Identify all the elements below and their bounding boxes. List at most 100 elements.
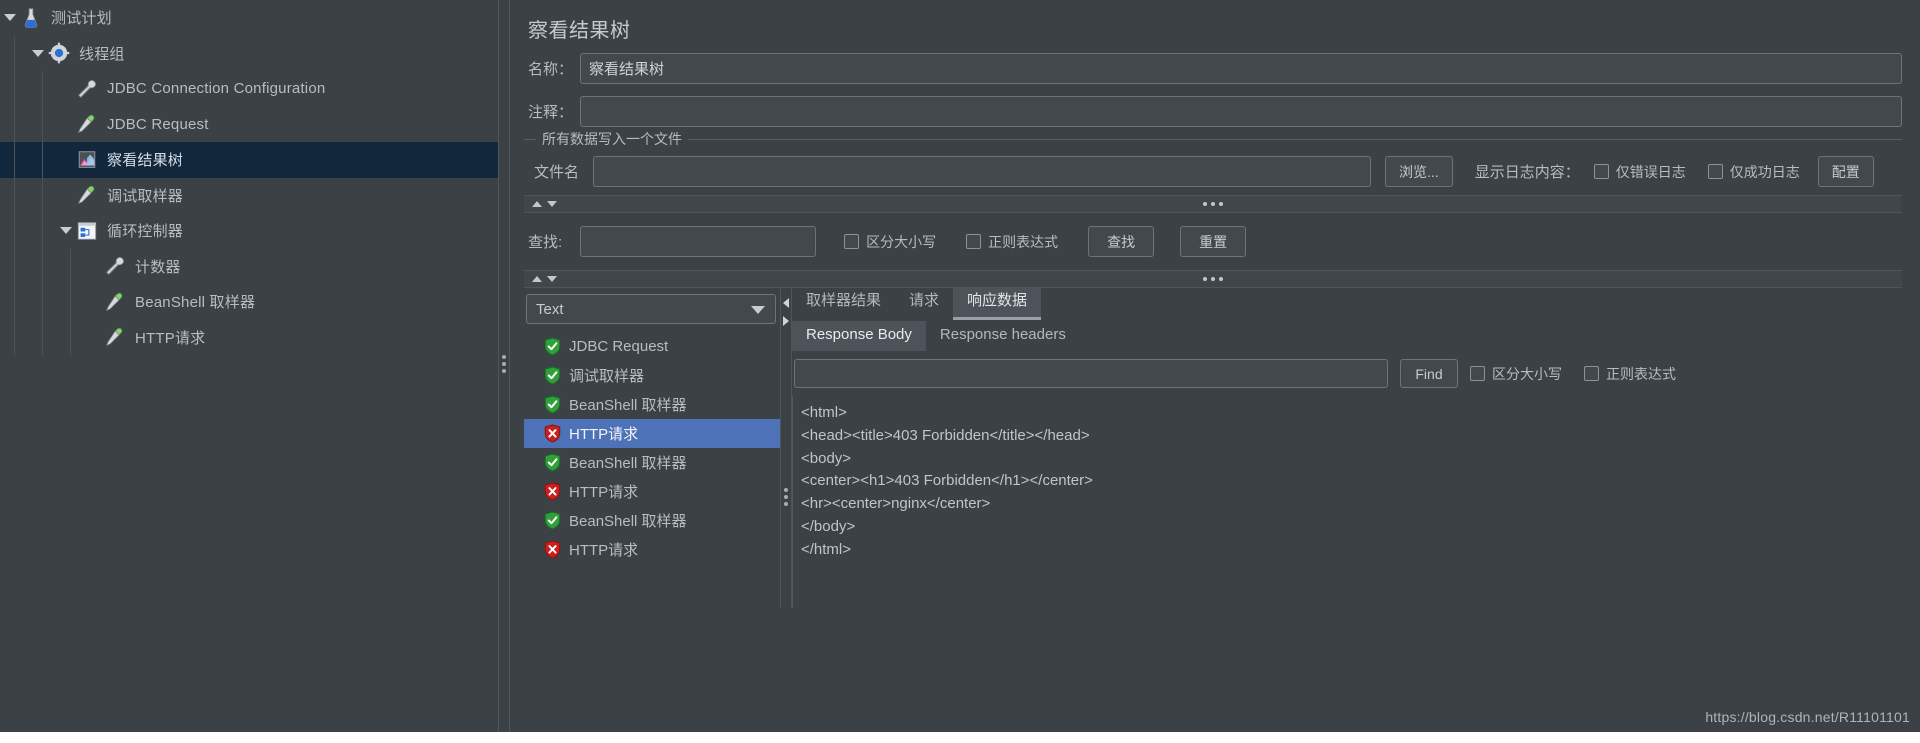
twisty-placeholder [56,71,76,107]
configure-button[interactable]: 配置 [1817,156,1874,187]
response-subtab-0[interactable]: Response Body [792,321,926,351]
tree-item-3[interactable]: JDBC Request [0,106,498,142]
tools-icon [76,78,102,100]
result-row[interactable]: JDBC Request [524,332,780,361]
collapse-arrows[interactable] [532,201,557,207]
response-line: <body> [801,449,852,467]
sampler-detail-panel: 取样器结果 请求 响应数据 Response Body Response header… [792,288,1902,608]
chevron-down-icon[interactable] [751,306,765,314]
response-subtabs[interactable]: Response Body Response headers [792,321,1902,351]
result-row[interactable]: HTTP请求 [524,477,780,506]
tree-item-6[interactable]: 循环控制器 [0,213,498,249]
tools-icon [104,255,130,277]
vertical-splitter[interactable] [498,0,510,743]
drag-dots-icon[interactable] [1203,202,1223,206]
checkbox-box[interactable] [966,234,982,249]
tree-item-9[interactable]: HTTP请求 [0,319,498,355]
arrow-down-icon[interactable] [547,201,557,207]
collapse-arrows[interactable] [532,276,557,282]
detail-tab-2[interactable]: 响应数据 [953,288,1042,320]
response-find-button[interactable]: Find [1400,359,1458,388]
tree-item-7[interactable]: 计数器 [0,248,498,284]
search-reset-button[interactable]: 重置 [1180,226,1247,257]
checkbox-box[interactable] [1470,366,1485,381]
tree-item-5[interactable]: 调试取样器 [0,177,498,214]
arrow-down-icon[interactable] [547,276,557,282]
tree-item-2[interactable]: JDBC Connection Configuration [0,71,498,107]
collapse-bar-bottom[interactable] [524,270,1902,288]
arrow-up-icon[interactable] [532,201,542,207]
tree-item-4[interactable]: 察看结果树 [0,142,498,178]
detail-tab-1[interactable]: 请求 [895,288,953,320]
comment-row: 注释： [524,96,1902,127]
checkbox-box[interactable] [1584,366,1599,381]
expand-right-icon[interactable] [783,316,789,326]
result-row[interactable]: BeanShell 取样器 [524,506,780,535]
response-regex-checkbox[interactable]: 正则表达式 [1584,364,1676,384]
result-row[interactable]: HTTP请求 [524,535,780,564]
twisty-placeholder [56,178,76,214]
log-display-label: 显示日志内容： [1474,164,1580,181]
response-line: </body> [801,517,856,535]
checkbox-box[interactable] [1707,164,1723,179]
test-plan-tree[interactable]: 测试计划线程组 JDBC Connection Configuration JDBC… [0,0,498,743]
result-list[interactable]: JDBC Request 调试取样器 BeanShell 取样器 HTTP请求 Bean… [524,330,780,608]
drag-dots-icon[interactable] [1203,277,1223,281]
sampler-results-tree[interactable]: Text JDBC Request 调试取样器 BeanShell 取样器 HTTP请… [524,288,780,608]
result-row-label: HTTP请求 [569,484,639,501]
right-scroll-gutter[interactable] [1912,0,1920,732]
errors-only-label: 仅错误日志 [1615,163,1686,180]
name-input[interactable] [580,53,1902,84]
result-row[interactable]: HTTP请求 [524,419,780,448]
response-subtab-1[interactable]: Response headers [926,321,1080,351]
search-label: 查找: [528,234,563,251]
filename-label: 文件名 [534,164,580,181]
success-shield-icon [544,395,561,414]
browse-button[interactable]: 浏览... [1385,156,1453,187]
search-find-button[interactable]: 查找 [1088,226,1155,257]
watermark: https://blog.csdn.net/R11101101 [1705,709,1910,725]
search-regex-checkbox[interactable]: 正则表达式 [966,232,1058,252]
view-results-tree-panel: 察看结果树 名称： 注释： 所有数据写入一个文件 文件名 浏览... 显示日志内… [510,0,1920,743]
comment-input[interactable] [580,96,1902,127]
name-label: 名称： [528,61,574,78]
renderer-select[interactable]: Text [526,294,776,324]
result-row[interactable]: BeanShell 取样器 [524,448,780,477]
errors-only-checkbox[interactable]: 仅错误日志 [1593,162,1686,182]
tree-item-label: 测试计划 [51,10,112,28]
result-row-label: BeanShell 取样器 [569,455,687,472]
success-only-checkbox[interactable]: 仅成功日志 [1707,162,1800,182]
tree-item-0[interactable]: 测试计划 [0,0,498,36]
arrow-up-icon[interactable] [532,276,542,282]
renderer-selected-value: Text [536,300,564,318]
search-input[interactable] [580,226,817,257]
checkbox-box[interactable] [844,234,860,249]
detail-tabs[interactable]: 取样器结果 请求 响应数据 [792,288,1902,320]
twisty-placeholder [84,284,104,320]
response-body-text[interactable]: <html> <head><title>403 Forbidden</title>… [792,396,1902,608]
filename-input[interactable] [593,156,1372,187]
result-row[interactable]: 调试取样器 [524,361,780,390]
response-find-input[interactable] [794,359,1388,388]
tree-item-8[interactable]: BeanShell 取样器 [0,284,498,320]
success-shield-icon [544,453,561,472]
search-regex-label: 正则表达式 [988,233,1059,250]
splitter-grip[interactable] [502,355,506,373]
tree-item-label: JDBC Request [107,115,209,133]
detail-tab-0[interactable]: 取样器结果 [792,288,895,320]
expand-left-icon[interactable] [783,298,789,308]
chevron-down-icon[interactable] [28,36,48,72]
collapse-bar-top[interactable] [524,195,1902,213]
tree-item-label: 察看结果树 [107,152,184,170]
chevron-down-icon[interactable] [0,0,20,36]
result-row-label: HTTP请求 [569,426,639,443]
response-line: <head><title>403 Forbidden</title></head… [801,426,1090,444]
response-case-checkbox[interactable]: 区分大小写 [1470,364,1562,384]
splitter-grip[interactable] [784,488,788,506]
tree-item-1[interactable]: 线程组 [0,35,498,72]
chevron-down-icon[interactable] [56,213,76,249]
result-row[interactable]: BeanShell 取样器 [524,390,780,419]
checkbox-box[interactable] [1593,164,1609,179]
horizontal-splitter[interactable] [780,288,792,608]
search-case-checkbox[interactable]: 区分大小写 [844,232,936,252]
